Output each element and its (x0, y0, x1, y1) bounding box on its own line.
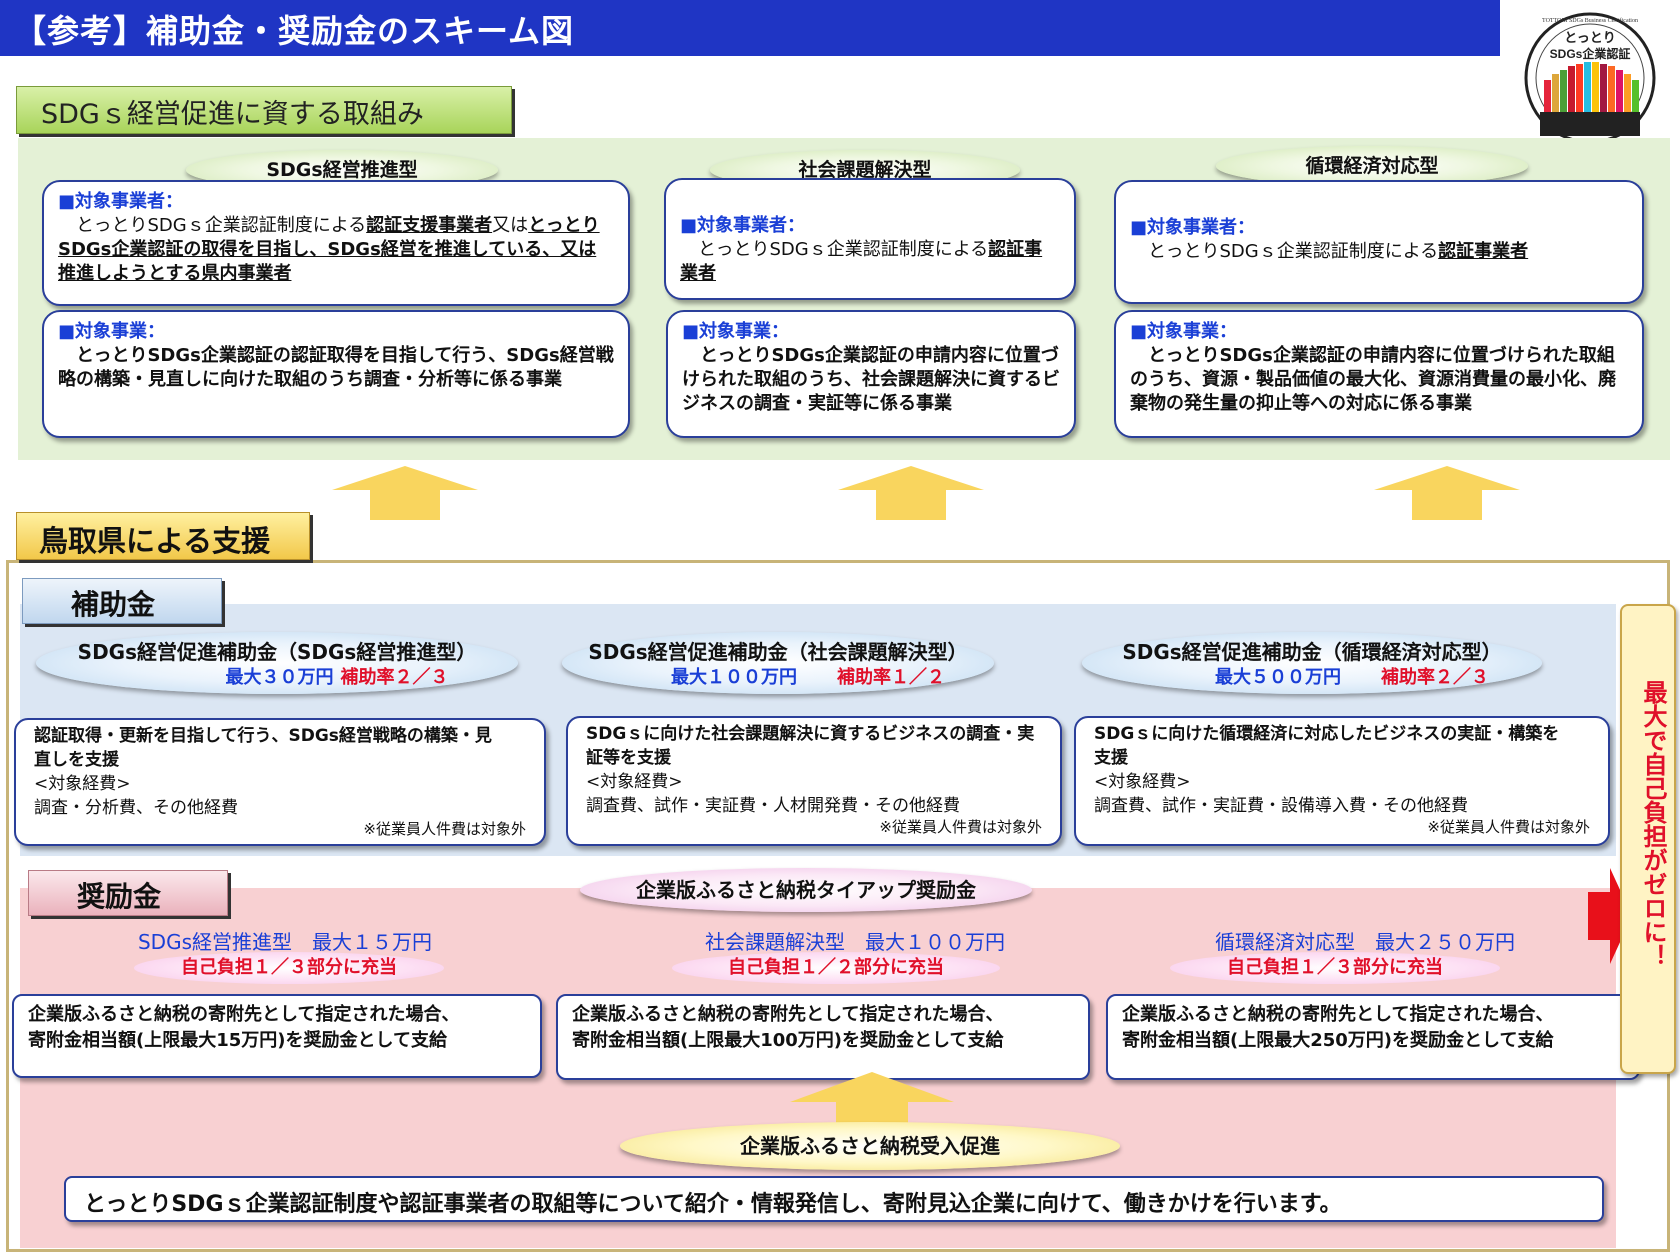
subsidy-card: 認証取得・更新を目指して行う、SDGs経営戦略の構築・見直しを支援 <対象経費>… (14, 718, 546, 846)
business-body: とっとりSDGs企業認証の申請内容に位置づけられた取組のうち、資源・製品価値の最… (1130, 345, 1616, 414)
cost-label: <対象経費> (586, 772, 683, 792)
subsidy-rate: 補助率２／３ (340, 667, 449, 688)
target-text: とっとりSDGｓ企業認証制度による (58, 215, 367, 236)
subsidy-title-pill: SDGs経営促進補助金（SDGs経営推進型） 最大３０万円 補助率２／３ (36, 632, 518, 694)
incentive-label: 奨励金 (28, 870, 228, 916)
incentive-name: 循環経済対応型 最大２５０万円 (1215, 930, 1515, 954)
logo-line1: とっとり (1564, 30, 1616, 45)
incentive-name: SDGs経営推進型 最大１５万円 (137, 930, 432, 954)
target-body: とっとりSDGｓ企業認証制度による認証支援事業者又はとっとりSDGs企業認証の取… (58, 214, 614, 286)
up-arrow-icon (838, 466, 984, 520)
incentive-card: 企業版ふるさと納税の寄附先として指定された場合、 寄附金相当額(上限最大100万… (556, 994, 1090, 1080)
cost-label: <対象経費> (1094, 772, 1191, 792)
cost-items: 調査費、試作・実証費・設備導入費・その他経費 (1094, 796, 1468, 816)
subsidy-max: 最大３０万円 (225, 667, 334, 688)
self-burden-pill: 自己負担１／３部分に充当 (1170, 952, 1500, 984)
subsidy-label: 補助金 (22, 578, 222, 624)
target-emphasis: 認証支援事業者 (366, 215, 493, 236)
business-card-promotion: 対象事業： とっとりSDGs企業認証の認証取得を目指して行う、SDGs経営戦略の… (42, 310, 630, 438)
promotion-box: とっとりSDGｓ企業認証制度や認証事業者の取組等について紹介・情報発信し、寄附見… (64, 1176, 1604, 1222)
subsidy-title-pill: SDGs経営促進補助金（循環経済対応型） 最大５００万円 補助率２／３ (1082, 632, 1542, 694)
cost-items: 調査費、試作・実証費・人材開発費・その他経費 (586, 796, 960, 816)
business-heading: 対象事業： (1130, 320, 1628, 344)
target-heading: 対象事業者： (58, 190, 614, 214)
incentive-line: 企業版ふるさと納税の寄附先として指定された場合、 (1122, 1004, 1554, 1025)
target-emphasis: 認証事業者 (1438, 241, 1529, 262)
business-card-social: 対象事業： とっとりSDGs企業認証の申請内容に位置づけられた取組のうち、社会課… (666, 310, 1076, 438)
subsidy-title: SDGs経営促進補助金（SDGs経営推進型） (77, 640, 477, 664)
business-body: とっとりSDGs企業認証の認証取得を目指して行う、SDGs経営戦略の構築・見直し… (58, 345, 614, 390)
business-heading: 対象事業： (682, 320, 1060, 344)
self-burden-pill: 自己負担１／２部分に充当 (672, 952, 1000, 984)
incentive-line: 企業版ふるさと納税の寄附先として指定された場合、 (572, 1004, 1004, 1025)
up-arrow-icon (332, 466, 478, 520)
incentive-line: 寄附金相当額(上限最大250万円)を奨励金として支給 (1122, 1030, 1554, 1051)
logo-ring-text: TOTTORI SDGs Business Certification (1542, 17, 1638, 24)
subsidy-title: SDGs経営促進補助金（循環経済対応型） (1122, 640, 1502, 664)
cost-note: ※従業員人件費は対象外 (363, 820, 526, 838)
subsidy-max: 最大１００万円 (671, 667, 797, 688)
incentive-line: 寄附金相当額(上限最大15万円)を奨励金として支給 (28, 1030, 447, 1051)
cost-note: ※従業員人件費は対象外 (879, 818, 1042, 836)
target-heading: 対象事業者： (680, 214, 1060, 238)
subsidy-desc: 認証取得・更新を目指して行う、SDGs経営戦略の構築・見直しを支援 (34, 726, 492, 770)
support-label: 鳥取県による支援 (16, 512, 310, 560)
target-card-circular: 対象事業者： とっとりSDGｓ企業認証制度による認証事業者 (1114, 180, 1644, 304)
subsidy-title-pill: SDGs経営促進補助金（社会課題解決型） 最大１００万円 補助率１／２ (562, 632, 994, 694)
subsidy-rate: 補助率１／２ (837, 667, 945, 688)
cost-label: <対象経費> (34, 774, 131, 794)
target-text: 又は (492, 215, 529, 236)
incentive-name: 社会課題解決型 最大１００万円 (705, 930, 1005, 954)
sdgs-section-label: SDGｓ経営促進に資する取組み (16, 86, 512, 134)
business-body: とっとりSDGs企業認証の申請内容に位置づけられた取組のうち、社会課題解決に資す… (682, 345, 1060, 414)
side-callout-text: 最大で自己負担がゼロに！ (1639, 680, 1667, 968)
up-arrow-icon (1374, 466, 1520, 520)
target-card-social: 対象事業者： とっとりSDGｓ企業認証制度による認証事業者 (664, 178, 1076, 300)
incentive-card: 企業版ふるさと納税の寄附先として指定された場合、 寄附金相当額(上限最大15万円… (12, 994, 542, 1078)
subsidy-max: 最大５００万円 (1215, 667, 1341, 688)
incentive-title-pill: 企業版ふるさと納税タイアップ奨励金 (580, 868, 1032, 912)
target-card-promotion: 対象事業者： とっとりSDGｓ企業認証制度による認証支援事業者又はとっとりSDG… (42, 180, 630, 306)
incentive-card: 企業版ふるさと納税の寄附先として指定された場合、 寄附金相当額(上限最大250万… (1106, 994, 1640, 1080)
promotion-pill: 企業版ふるさと納税受入促進 (620, 1122, 1120, 1170)
subsidy-rate: 補助率２／３ (1381, 667, 1489, 688)
incentive-line: 寄附金相当額(上限最大100万円)を奨励金として支給 (572, 1030, 1004, 1051)
subsidy-title: SDGs経営促進補助金（社会課題解決型） (588, 640, 968, 664)
cost-note: ※従業員人件費は対象外 (1427, 818, 1590, 836)
subsidy-desc: SDGｓに向けた社会課題解決に資するビジネスの調査・実証等を支援 (586, 724, 1035, 768)
logo-line2: SDGs企業認証 (1550, 46, 1631, 61)
target-heading: 対象事業者： (1130, 216, 1628, 240)
business-heading: 対象事業： (58, 320, 614, 344)
cost-items: 調査・分析費、その他経費 (34, 798, 238, 818)
business-card-circular: 対象事業： とっとりSDGs企業認証の申請内容に位置づけられた取組のうち、資源・… (1114, 310, 1644, 438)
target-text: とっとりSDGｓ企業認証制度による (680, 239, 989, 260)
self-burden-pill: 自己負担１／３部分に充当 (134, 952, 444, 984)
incentive-line: 企業版ふるさと納税の寄附先として指定された場合、 (28, 1004, 460, 1025)
page-title: 【参考】補助金・奨励金のスキーム図 (14, 12, 575, 50)
target-text: とっとりSDGｓ企業認証制度による (1130, 241, 1439, 262)
subsidy-card: SDGｓに向けた循環経済に対応したビジネスの実証・構築を支援 <対象経費> 調査… (1074, 716, 1610, 846)
sdgs-certification-logo: とっとり SDGs企業認証 TOTTORI SDGs Business Cert… (1500, 0, 1680, 160)
subsidy-desc: SDGｓに向けた循環経済に対応したビジネスの実証・構築を支援 (1094, 724, 1560, 768)
subsidy-card: SDGｓに向けた社会課題解決に資するビジネスの調査・実証等を支援 <対象経費> … (566, 716, 1062, 846)
